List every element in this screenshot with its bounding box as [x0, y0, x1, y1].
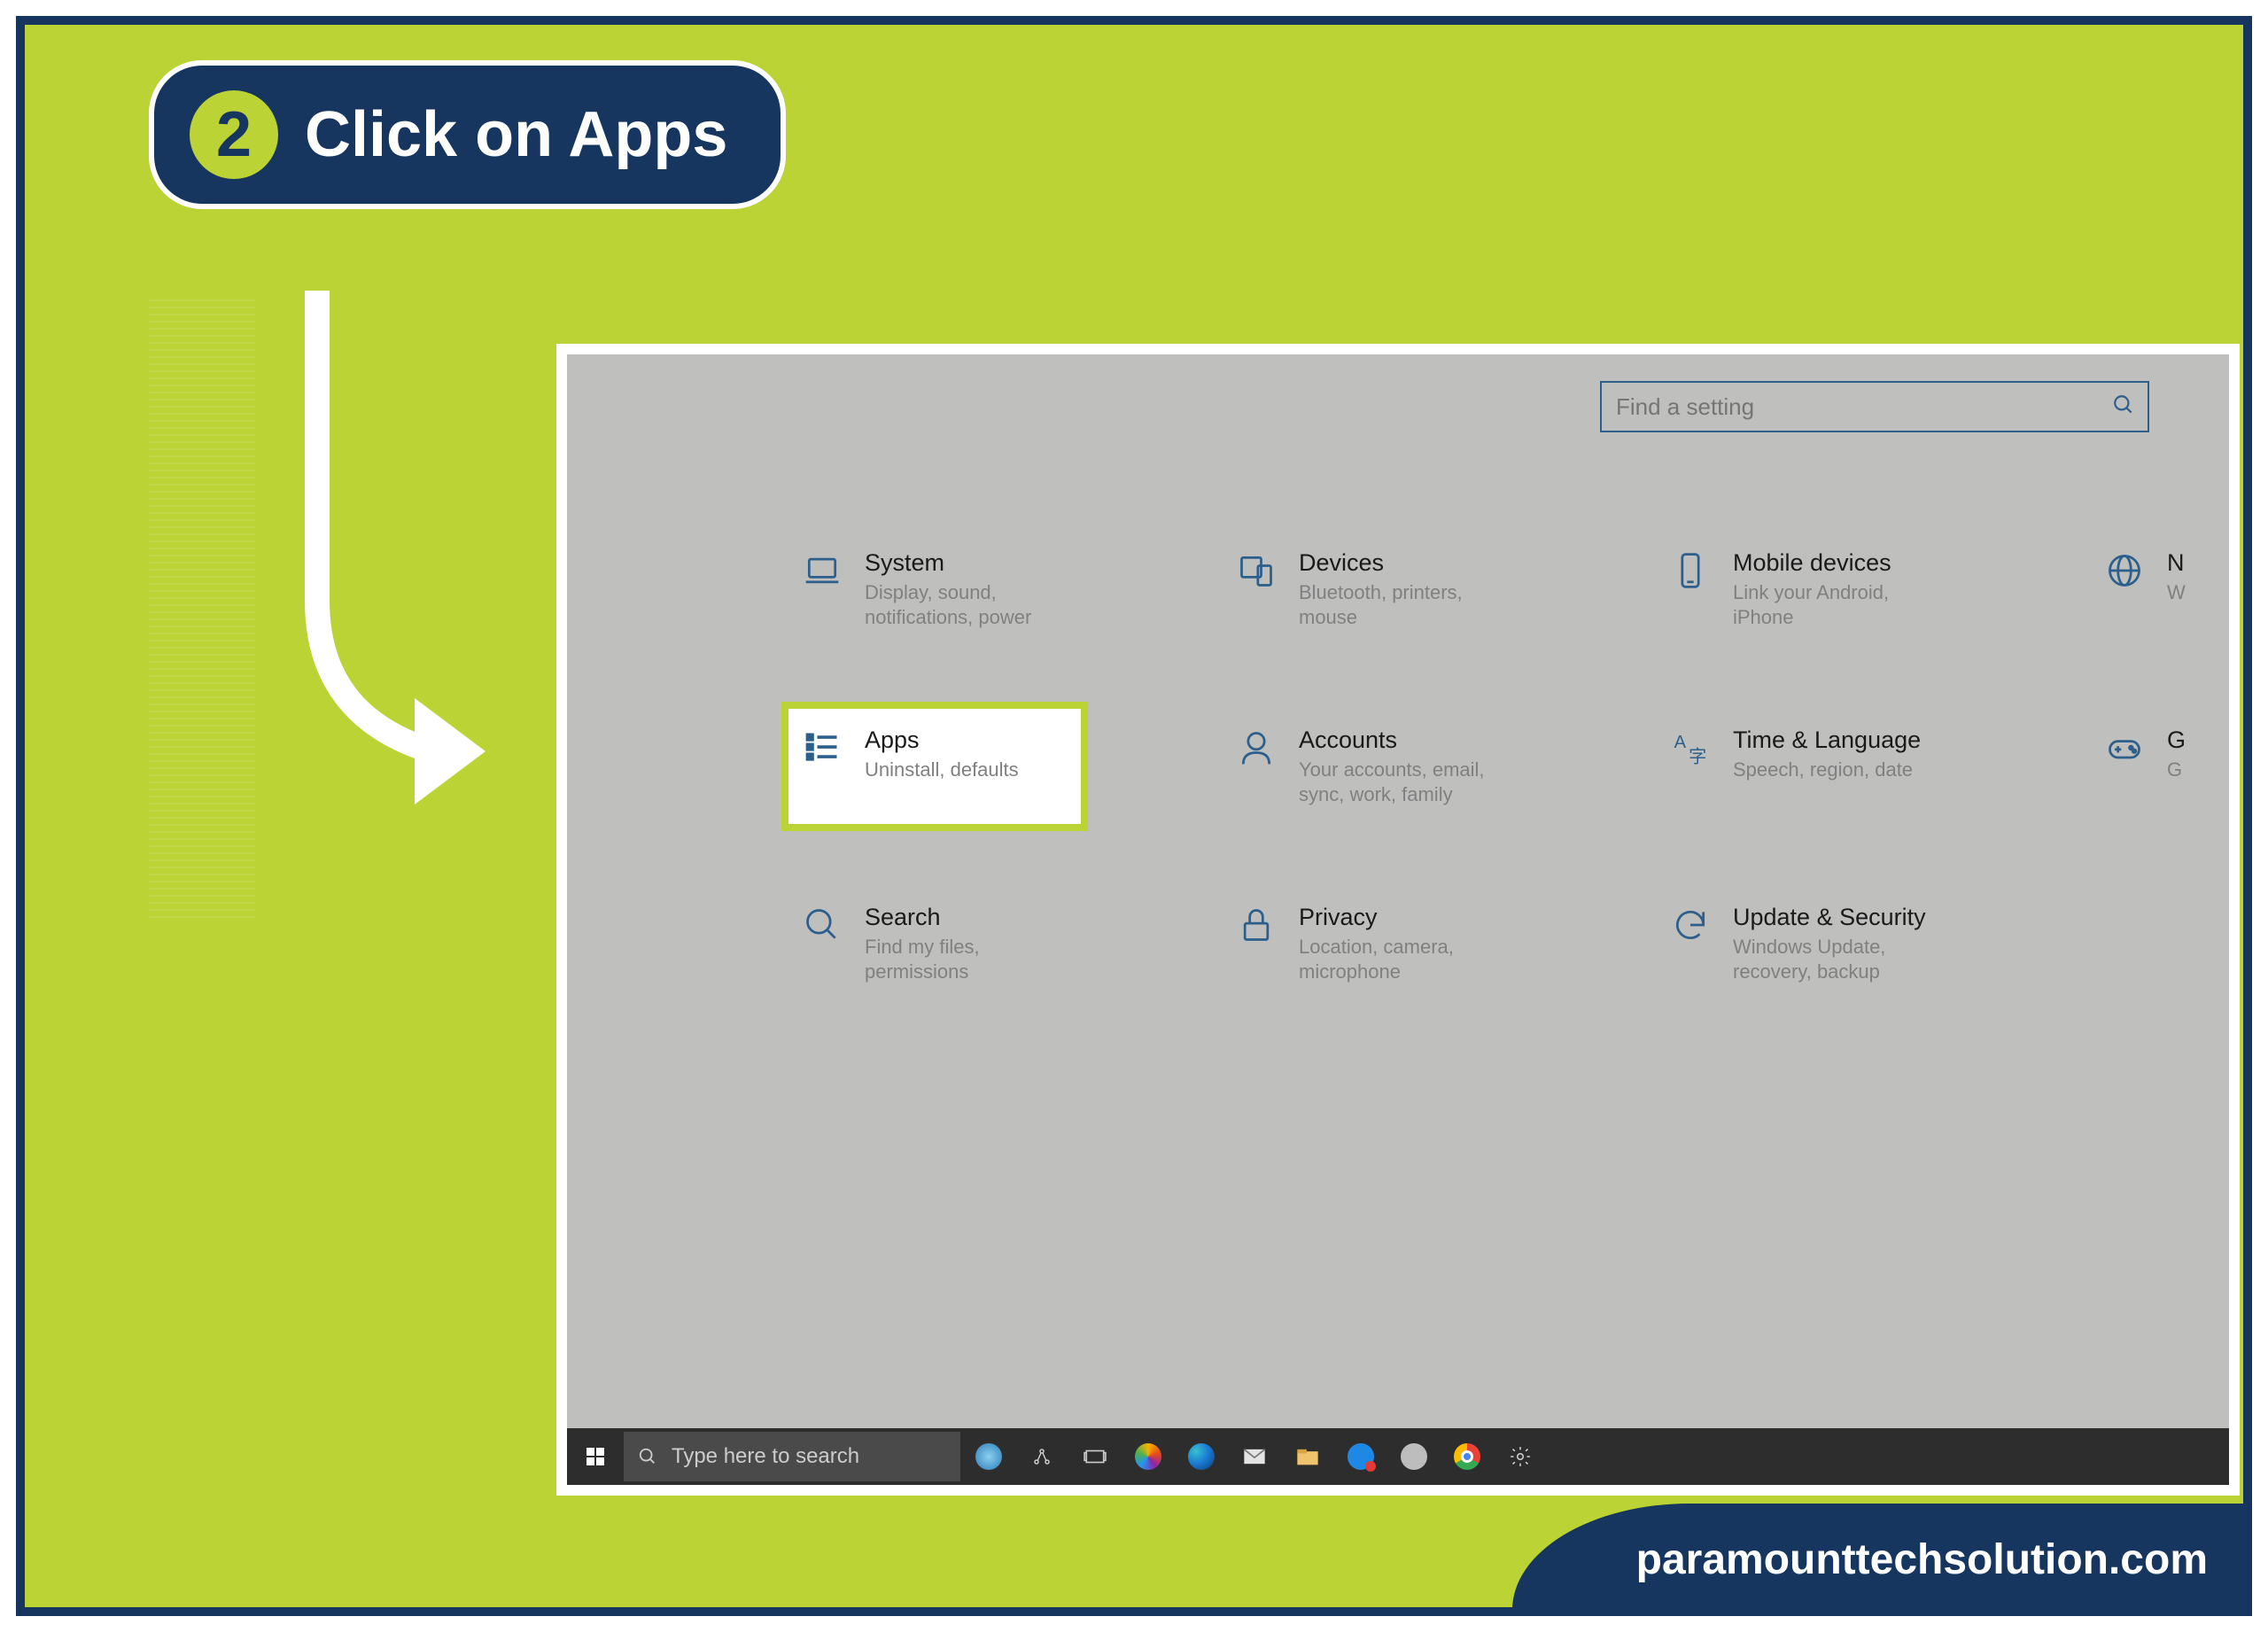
person-icon — [1235, 727, 1278, 769]
settings-tiles: System Display, sound, notifications, po… — [788, 532, 2229, 1001]
tile-gaming[interactable]: G G — [2091, 709, 2252, 824]
step-badge: 2 Click on Apps — [149, 60, 786, 209]
taskbar-taskview[interactable] — [1070, 1432, 1120, 1481]
tile-desc: Display, sound, notifications, power — [865, 580, 1068, 629]
tile-system[interactable]: System Display, sound, notifications, po… — [788, 532, 1081, 647]
step-number: 2 — [190, 90, 278, 179]
magnifier-icon — [801, 904, 843, 946]
taskbar: Type here to search — [567, 1428, 2229, 1485]
tile-mobile[interactable]: Mobile devices Link your Android, iPhone — [1657, 532, 1949, 647]
tile-desc: W — [2167, 580, 2252, 605]
taskbar-skype[interactable] — [1336, 1432, 1386, 1481]
tile-search[interactable]: Search Find my files, permissions — [788, 886, 1081, 1001]
svg-text:A: A — [1674, 733, 1687, 752]
tile-title: Privacy — [1299, 904, 1503, 931]
tile-desc: Your accounts, email, sync, work, family — [1299, 758, 1503, 806]
tile-devices[interactable]: Devices Bluetooth, printers, mouse — [1223, 532, 1515, 647]
taskbar-search-placeholder: Type here to search — [672, 1444, 859, 1469]
tile-desc: Uninstall, defaults — [865, 758, 1068, 782]
search-icon — [638, 1447, 657, 1466]
search-input[interactable] — [1600, 381, 2149, 432]
list-icon — [801, 727, 843, 769]
taskbar-cortana[interactable] — [964, 1432, 1014, 1481]
search-icon — [2112, 393, 2135, 421]
tile-title: Time & Language — [1733, 727, 1937, 754]
lock-icon — [1235, 904, 1278, 946]
devices-icon — [1235, 549, 1278, 592]
tutorial-frame: 2 Click on Apps System — [16, 16, 2252, 1616]
arrow-icon — [255, 291, 521, 822]
tile-desc: Speech, region, date — [1733, 758, 1937, 782]
tile-title: Mobile devices — [1733, 549, 1937, 577]
tile-title: System — [865, 549, 1068, 577]
tile-title: Devices — [1299, 549, 1503, 577]
tile-title: Update & Security — [1733, 904, 1937, 931]
tile-title: Apps — [865, 727, 1068, 754]
taskbar-edge[interactable] — [1177, 1432, 1226, 1481]
tile-desc: G — [2167, 758, 2252, 782]
tile-desc: Link your Android, iPhone — [1733, 580, 1937, 629]
tile-desc: Location, camera, microphone — [1299, 935, 1503, 983]
tile-desc: Find my files, permissions — [865, 935, 1068, 983]
tile-title: Accounts — [1299, 727, 1503, 754]
taskbar-settings[interactable] — [1495, 1432, 1545, 1481]
tile-time[interactable]: A字 Time & Language Speech, region, date — [1657, 709, 1949, 824]
taskbar-search[interactable]: Type here to search — [624, 1432, 960, 1481]
tile-accounts[interactable]: Accounts Your accounts, email, sync, wor… — [1223, 709, 1515, 824]
tile-network[interactable]: N W — [2091, 532, 2252, 647]
taskbar-explorer[interactable] — [1283, 1432, 1332, 1481]
tile-apps[interactable]: Apps Uninstall, defaults — [788, 709, 1081, 824]
laptop-icon — [801, 549, 843, 592]
compression-artifact — [149, 299, 255, 920]
step-label: Click on Apps — [305, 98, 727, 171]
taskbar-chrome[interactable] — [1442, 1432, 1492, 1481]
phone-icon — [1669, 549, 1712, 592]
language-icon: A字 — [1669, 727, 1712, 769]
sync-icon — [1669, 904, 1712, 946]
footer-site: paramounttechsolution.com — [1636, 1536, 2208, 1583]
settings-window: System Display, sound, notifications, po… — [556, 344, 2240, 1496]
tile-title: Search — [865, 904, 1068, 931]
taskbar-network-icon[interactable] — [1017, 1432, 1067, 1481]
start-button[interactable] — [571, 1432, 620, 1481]
tile-privacy[interactable]: Privacy Location, camera, microphone — [1223, 886, 1515, 1001]
tile-desc: Bluetooth, printers, mouse — [1299, 580, 1503, 629]
globe-icon — [2103, 549, 2146, 592]
tile-update[interactable]: Update & Security Windows Update, recove… — [1657, 886, 1949, 1001]
tile-title: G — [2167, 727, 2252, 754]
taskbar-app-1[interactable] — [1123, 1432, 1173, 1481]
taskbar-mail[interactable] — [1230, 1432, 1279, 1481]
tile-title: N — [2167, 549, 2252, 577]
footer-ribbon: paramounttechsolution.com — [1512, 1504, 2252, 1616]
gamepad-icon — [2103, 727, 2146, 769]
svg-text:字: 字 — [1689, 747, 1706, 767]
taskbar-app-2[interactable] — [1389, 1432, 1439, 1481]
tile-desc: Windows Update, recovery, backup — [1733, 935, 1937, 983]
